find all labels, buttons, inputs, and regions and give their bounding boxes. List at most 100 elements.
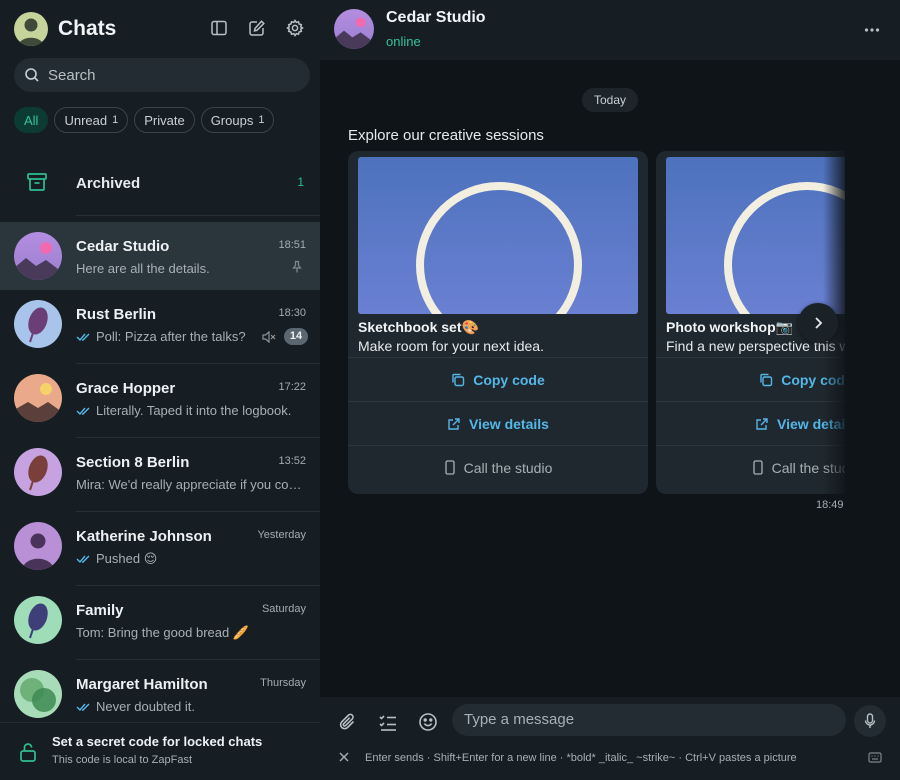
microphone-icon: [864, 713, 876, 728]
avatar: [14, 300, 62, 348]
checklist-icon[interactable]: [376, 710, 400, 734]
filter-label: Unread: [64, 112, 108, 128]
filter-count: 1: [258, 114, 265, 126]
search-icon: [25, 68, 39, 82]
date-separator: Today: [582, 88, 638, 112]
conversation-header: Cedar Studio online: [320, 0, 900, 60]
chat-item-section-8-berlin[interactable]: Section 8 Berlin 13:52 Mira: We'd really…: [0, 438, 320, 512]
filter-label: Groups: [210, 112, 254, 128]
archived-row[interactable]: Archived 1: [0, 150, 320, 216]
avatar: [14, 448, 62, 496]
voice-record-button[interactable]: [854, 705, 886, 737]
phone-icon: [752, 460, 763, 475]
search-input[interactable]: Search: [14, 58, 310, 92]
phone-icon: [444, 460, 455, 475]
chat-preview: Tom: Bring the good bread 🥖: [76, 625, 304, 641]
chat-item-family[interactable]: Family Saturday Tom: Bring the good brea…: [0, 586, 320, 660]
chat-time: Yesterday: [257, 529, 306, 541]
avatar: [14, 670, 62, 718]
chat-name: Section 8 Berlin: [76, 454, 190, 471]
carousel-next-button[interactable]: [798, 303, 838, 343]
divider: [76, 215, 320, 216]
filter-all[interactable]: All: [14, 107, 49, 133]
contact-status: online: [386, 34, 421, 49]
avatar: [14, 522, 62, 570]
preview-text: Literally. Taped it into the logbook.: [96, 403, 292, 418]
preview-text: Tom: Bring the good bread 🥖: [76, 625, 250, 640]
button-label: View details: [469, 415, 549, 432]
filter-count: 1: [112, 114, 119, 126]
chat-time: 17:22: [278, 381, 306, 393]
contact-avatar[interactable]: [334, 9, 374, 49]
archive-icon: [27, 173, 47, 191]
sidebar-header: Chats: [0, 0, 320, 58]
double-check-icon: [76, 333, 90, 341]
chat-preview: Mira: We'd really appreciate if you coul…: [76, 477, 304, 492]
gear-icon[interactable]: [284, 17, 306, 39]
attach-icon[interactable]: [336, 710, 360, 734]
unread-badge: 14: [284, 328, 308, 345]
preview-text: Mira: We'd really appreciate if you coul…: [76, 477, 304, 492]
chat-time: 13:52: [278, 455, 306, 467]
filter-groups[interactable]: Groups 1: [200, 107, 275, 133]
close-icon[interactable]: [338, 751, 350, 763]
card-title: Sketchbook set🎨: [358, 319, 479, 335]
view-details-button[interactable]: View details: [656, 401, 845, 445]
unlock-icon: [20, 743, 36, 762]
double-check-icon: [76, 703, 90, 711]
muted-icon: [262, 331, 276, 343]
avatar: [14, 232, 62, 280]
chat-item-katherine-johnson[interactable]: Katherine Johnson Yesterday Pushed 😌: [0, 512, 320, 586]
filter-label: Private: [144, 112, 185, 128]
card-image: [666, 157, 845, 314]
search-placeholder: Search: [48, 67, 96, 84]
call-studio-button[interactable]: Call the studio: [656, 445, 845, 489]
double-check-icon: [76, 407, 90, 415]
keyboard-icon[interactable]: [868, 752, 882, 763]
copy-code-button[interactable]: Copy code: [348, 357, 648, 401]
chat-filters: All Unread 1 Private Groups 1: [14, 107, 275, 133]
chat-time: Saturday: [261, 603, 306, 615]
locked-title: Set a secret code for locked chats: [52, 734, 263, 749]
chevron-right-icon: [815, 317, 823, 329]
external-link-icon: [448, 417, 460, 430]
more-options-icon[interactable]: [864, 20, 880, 40]
preview-text: Here are all the details.: [76, 261, 210, 276]
avatar: [14, 374, 62, 422]
card-description: Make room for your next idea.: [358, 338, 544, 354]
archived-label: Archived: [76, 175, 141, 192]
card-image: [358, 157, 638, 314]
copy-code-button[interactable]: Copy code: [656, 357, 845, 401]
external-link-icon: [756, 417, 768, 430]
button-label: Call the studio: [463, 459, 553, 476]
sidebar-title: Chats: [58, 17, 117, 40]
preview-text: Poll: Pizza after the talks?: [96, 329, 246, 344]
archived-count: 1: [297, 175, 304, 189]
card-carousel: Sketchbook set🎨 Make room for your next …: [348, 151, 845, 495]
message-composer: Type a message Enter sends · Shift+Enter…: [320, 697, 900, 780]
emoji-icon[interactable]: [416, 710, 440, 734]
compose-icon[interactable]: [246, 17, 268, 39]
filter-private[interactable]: Private: [134, 107, 195, 133]
contact-name[interactable]: Cedar Studio: [386, 9, 486, 27]
profile-avatar[interactable]: [14, 12, 48, 46]
chat-name: Grace Hopper: [76, 380, 176, 397]
chat-item-cedar-studio[interactable]: Cedar Studio 18:51 Here are all the deta…: [0, 222, 320, 290]
filter-unread[interactable]: Unread 1: [54, 107, 129, 133]
chat-time: Thursday: [260, 677, 306, 689]
view-details-button[interactable]: View details: [348, 401, 648, 445]
chat-name: Cedar Studio: [76, 238, 170, 255]
locked-subtitle: This code is local to ZapFast: [52, 754, 193, 766]
button-label: Copy code: [473, 371, 545, 388]
call-studio-button[interactable]: Call the studio: [348, 445, 648, 489]
sidebar-toggle-icon[interactable]: [208, 17, 230, 39]
carousel-card: Sketchbook set🎨 Make room for your next …: [348, 151, 648, 494]
filter-label: All: [24, 112, 39, 128]
locked-chats-banner[interactable]: Set a secret code for locked chats This …: [0, 722, 320, 780]
message-input[interactable]: Type a message: [452, 704, 846, 736]
chat-item-grace-hopper[interactable]: Grace Hopper 17:22 Literally. Taped it i…: [0, 364, 320, 438]
chat-item-rust-berlin[interactable]: Rust Berlin 18:30 Poll: Pizza after the …: [0, 290, 320, 364]
message-time: 18:49: [816, 499, 844, 511]
chat-sidebar: Chats Search All Unread 1 Private Groups 1…: [0, 0, 320, 780]
chat-time: 18:51: [278, 239, 306, 251]
